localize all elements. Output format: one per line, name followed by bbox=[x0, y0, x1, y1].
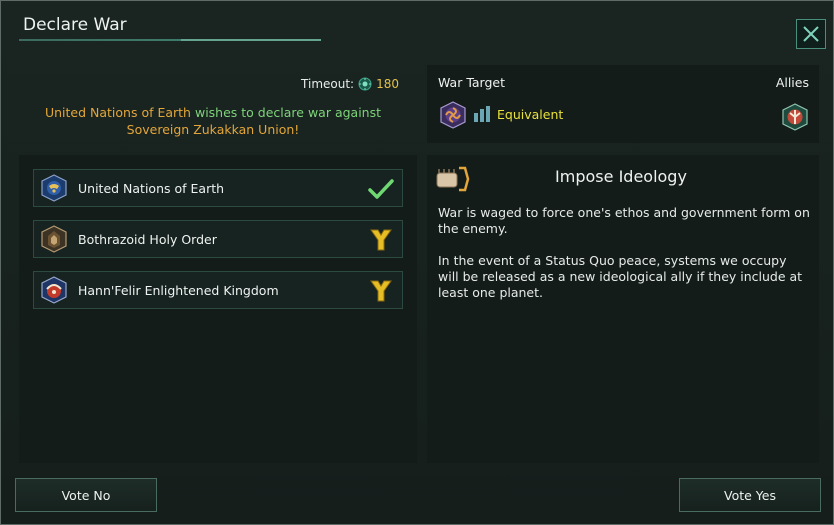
war-target-label: War Target bbox=[438, 75, 506, 90]
vote-no-button[interactable]: Vote No bbox=[15, 478, 157, 512]
zukakkan-emblem[interactable] bbox=[439, 101, 467, 129]
title-accent bbox=[181, 39, 321, 41]
close-icon bbox=[803, 26, 819, 42]
announcement-actor: United Nations of Earth bbox=[44, 105, 191, 120]
timeout: Timeout: 180 bbox=[291, 75, 399, 93]
checkmark-icon bbox=[368, 179, 394, 199]
allies-label: Allies bbox=[775, 75, 809, 90]
strength-assessment: Equivalent bbox=[497, 107, 564, 122]
empire-name: Bothrazoid Holy Order bbox=[78, 232, 217, 247]
declare-war-window: Declare War Timeout: 180 United Nations … bbox=[0, 0, 834, 525]
empire-name: Hann'Felir Enlightened Kingdom bbox=[78, 283, 279, 298]
vote-yes-button[interactable]: Vote Yes bbox=[679, 478, 821, 512]
undecided-icon bbox=[370, 229, 392, 251]
empire-row[interactable]: United Nations of Earth bbox=[33, 169, 403, 207]
announcement-target: Sovereign Zukakkan Union! bbox=[126, 122, 300, 137]
war-target-panel: War Target Allies Equivalent bbox=[427, 65, 819, 143]
kingdom-emblem bbox=[41, 276, 67, 304]
war-announcement: United Nations of Earth wishes to declar… bbox=[23, 104, 403, 138]
title-bar: Declare War bbox=[1, 1, 833, 61]
war-goal-paragraph: War is waged to force one's ethos and go… bbox=[438, 205, 810, 236]
empire-name: United Nations of Earth bbox=[78, 181, 225, 196]
undecided-icon bbox=[370, 280, 392, 302]
war-goal-description: War is waged to force one's ethos and go… bbox=[438, 205, 810, 317]
announcement-verb: wishes to declare war against bbox=[194, 105, 382, 120]
timeout-value: 180 bbox=[376, 77, 399, 91]
holy-order-emblem bbox=[41, 225, 67, 253]
war-goal-title: Impose Ideology bbox=[555, 167, 687, 186]
ally-emblem[interactable] bbox=[781, 103, 809, 131]
vote-no-label: Vote No bbox=[61, 487, 111, 503]
empire-row[interactable]: Bothrazoid Holy Order bbox=[33, 220, 403, 258]
war-goal-paragraph: In the event of a Status Quo peace, syst… bbox=[438, 253, 803, 300]
vote-yes-label: Vote Yes bbox=[724, 487, 776, 503]
influence-icon bbox=[358, 77, 372, 91]
empire-row[interactable]: Hann'Felir Enlightened Kingdom bbox=[33, 271, 403, 309]
war-goal-panel: Impose Ideology War is waged to force on… bbox=[427, 155, 819, 463]
earth-emblem bbox=[41, 174, 67, 202]
close-button[interactable] bbox=[796, 19, 826, 49]
strength-bars-icon bbox=[474, 106, 490, 122]
timeout-label: Timeout: bbox=[301, 77, 355, 91]
window-title: Declare War bbox=[23, 15, 127, 35]
